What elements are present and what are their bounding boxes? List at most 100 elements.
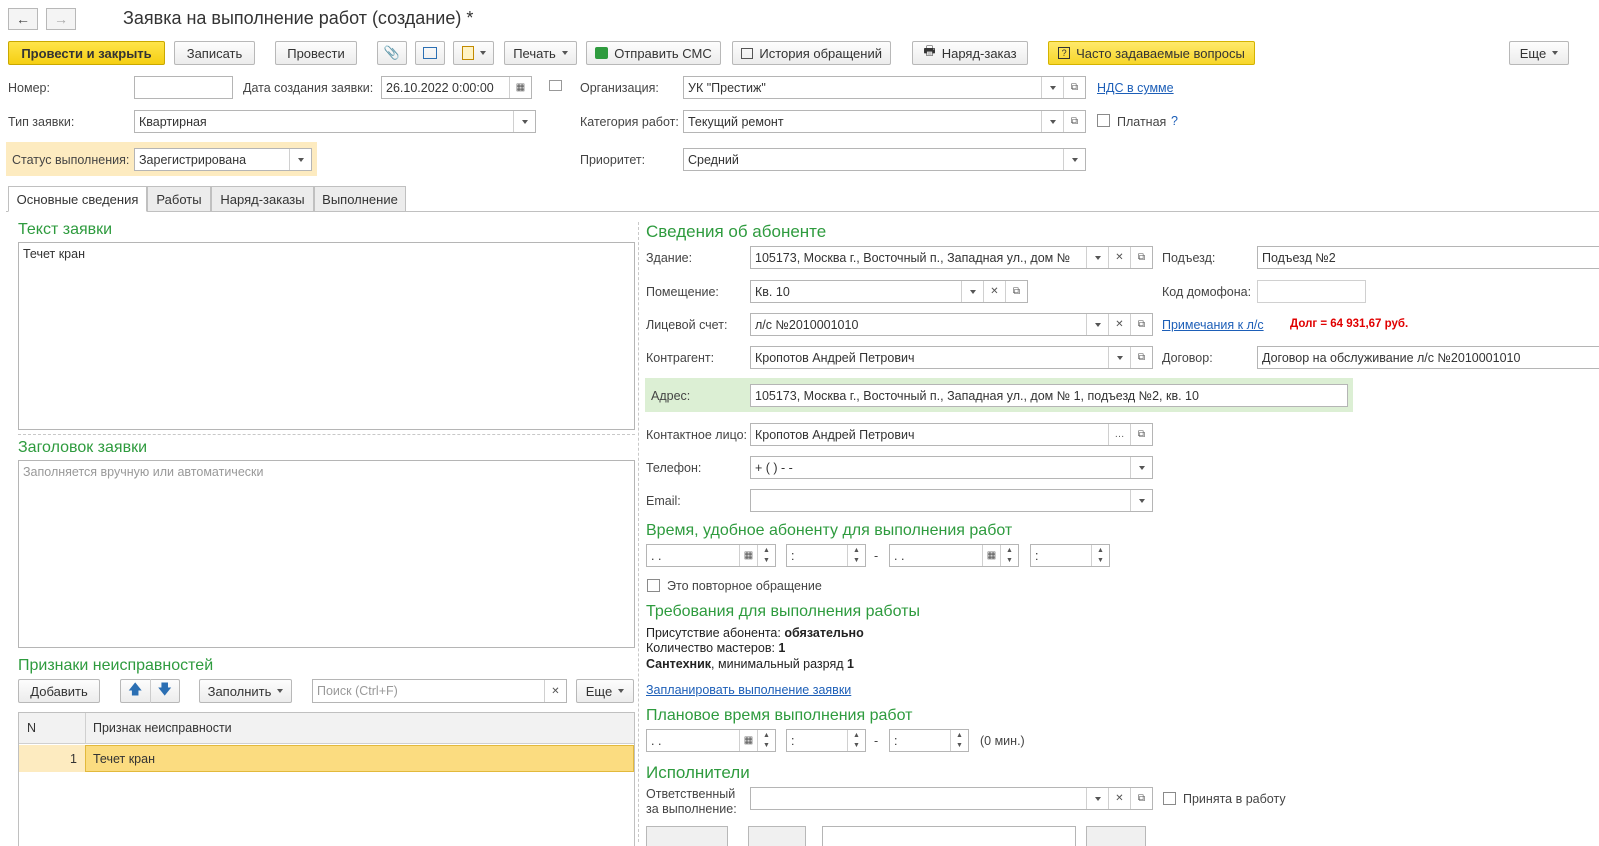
- chevron-down-icon[interactable]: [1041, 77, 1063, 98]
- account-field[interactable]: л/с №2010001010 ✕ ⧉: [750, 313, 1153, 336]
- calendar-icon[interactable]: ▦: [982, 545, 1000, 566]
- planned-time-to[interactable]: : ▲ ▼: [889, 729, 969, 752]
- spinner-icon[interactable]: ▲ ▼: [1000, 545, 1018, 566]
- spinner-icon[interactable]: ▲ ▼: [950, 730, 968, 751]
- chevron-down-icon[interactable]: [1086, 788, 1108, 809]
- open-icon[interactable]: ⧉: [1130, 424, 1152, 445]
- print-button[interactable]: Печать: [504, 41, 577, 65]
- clear-icon[interactable]: ✕: [1108, 247, 1130, 268]
- contract-field[interactable]: Договор на обслуживание л/с №2010001010: [1257, 346, 1599, 369]
- spinner-icon[interactable]: ▲ ▼: [757, 730, 775, 751]
- send-sms-button[interactable]: Отправить СМС: [586, 41, 721, 65]
- spinner-icon[interactable]: ▲ ▼: [1091, 545, 1109, 566]
- help-icon[interactable]: ?: [1171, 114, 1178, 128]
- paid-checkbox[interactable]: [1097, 114, 1110, 127]
- add-fault-button[interactable]: Добавить: [18, 679, 100, 703]
- clear-icon[interactable]: ✕: [1108, 314, 1130, 335]
- entrance-field[interactable]: Подъезд №2: [1257, 246, 1599, 269]
- request-text-area[interactable]: Течет кран: [18, 242, 635, 430]
- chevron-down-icon[interactable]: [1063, 149, 1085, 170]
- open-icon[interactable]: ⧉: [1130, 314, 1152, 335]
- faults-more-button[interactable]: Еще: [576, 679, 634, 703]
- spinner-icon[interactable]: ▲ ▼: [847, 730, 865, 751]
- request-header-area[interactable]: Заполняется вручную или автоматически: [18, 460, 635, 648]
- convenient-time-to[interactable]: : ▲ ▼: [1030, 544, 1110, 567]
- clear-icon[interactable]: ✕: [544, 680, 566, 702]
- intercom-field[interactable]: [1257, 280, 1366, 303]
- open-icon[interactable]: ⧉: [1005, 281, 1027, 302]
- tab-execution[interactable]: Выполнение: [314, 186, 406, 212]
- comment-icon[interactable]: [549, 80, 562, 91]
- faq-button[interactable]: ? Часто задаваемые вопросы: [1048, 41, 1255, 65]
- phone-field[interactable]: + ( ) - -: [750, 456, 1153, 479]
- create-based-on-button[interactable]: [453, 41, 494, 65]
- column-sign[interactable]: Признак неисправности: [93, 721, 232, 735]
- chevron-down-icon[interactable]: [1108, 347, 1130, 368]
- splitter-horizontal[interactable]: [18, 434, 635, 435]
- table-row[interactable]: 1 Течет кран: [19, 745, 634, 772]
- repeat-checkbox[interactable]: [647, 579, 660, 592]
- building-field[interactable]: 105173, Москва г., Восточный п., Западна…: [750, 246, 1153, 269]
- attach-button[interactable]: 📎: [377, 41, 407, 65]
- search-input[interactable]: Поиск (Ctrl+F) ✕: [312, 679, 567, 703]
- spinner-icon[interactable]: ▲ ▼: [847, 545, 865, 566]
- convenient-date-from[interactable]: . . ▦ ▲ ▼: [646, 544, 776, 567]
- planned-date-from[interactable]: . . ▦ ▲ ▼: [646, 729, 776, 752]
- open-icon[interactable]: ⧉: [1063, 111, 1085, 132]
- vat-link[interactable]: НДС в сумме: [1097, 81, 1174, 95]
- clear-icon[interactable]: ✕: [983, 281, 1005, 302]
- chevron-down-icon[interactable]: [1086, 314, 1108, 335]
- date-field[interactable]: 26.10.2022 0:00:00 ▦: [381, 76, 532, 99]
- contractor-field[interactable]: Кропотов Андрей Петрович ⧉: [750, 346, 1153, 369]
- org-field[interactable]: УК "Престиж" ⧉: [683, 76, 1086, 99]
- open-icon[interactable]: ⧉: [1130, 788, 1152, 809]
- address-field[interactable]: 105173, Москва г., Восточный п., Западна…: [750, 384, 1348, 407]
- status-field[interactable]: Зарегистрирована: [134, 148, 312, 171]
- fill-button[interactable]: Заполнить: [199, 679, 292, 703]
- arrow-down-icon[interactable]: 🡇: [151, 679, 180, 703]
- contact-field[interactable]: Кропотов Андрей Петрович … ⧉: [750, 423, 1153, 446]
- chevron-down-icon[interactable]: [1130, 457, 1152, 478]
- ellipsis-icon[interactable]: …: [1108, 424, 1130, 445]
- calendar-icon[interactable]: ▦: [509, 77, 531, 98]
- history-button[interactable]: История обращений: [732, 41, 891, 65]
- post-and-close-button[interactable]: Провести и закрыть: [8, 41, 165, 65]
- post-button[interactable]: Провести: [275, 41, 357, 65]
- column-n[interactable]: N: [27, 721, 36, 735]
- convenient-time-from[interactable]: : ▲ ▼: [786, 544, 866, 567]
- work-order-button[interactable]: 🖶 Наряд-заказ: [912, 41, 1028, 65]
- chevron-down-icon[interactable]: [289, 149, 311, 170]
- calendar-icon[interactable]: ▦: [739, 730, 757, 751]
- bottom-button-partial-2[interactable]: [748, 826, 806, 846]
- more-button[interactable]: Еще: [1509, 41, 1569, 65]
- planned-time-from[interactable]: : ▲ ▼: [786, 729, 866, 752]
- convenient-date-to[interactable]: . . ▦ ▲ ▼: [889, 544, 1019, 567]
- chevron-down-icon[interactable]: [1041, 111, 1063, 132]
- category-field[interactable]: Текущий ремонт ⧉: [683, 110, 1086, 133]
- accepted-checkbox[interactable]: [1163, 792, 1176, 805]
- bottom-field-partial[interactable]: [822, 826, 1076, 846]
- type-field[interactable]: Квартирная: [134, 110, 536, 133]
- bottom-button-partial-3[interactable]: [1086, 826, 1146, 846]
- tab-work-orders[interactable]: Наряд-заказы: [211, 186, 314, 212]
- clear-icon[interactable]: ✕: [1108, 788, 1130, 809]
- room-field[interactable]: Кв. 10 ✕ ⧉: [750, 280, 1028, 303]
- arrow-up-icon[interactable]: 🡅: [121, 679, 151, 703]
- tab-works[interactable]: Работы: [147, 186, 211, 212]
- save-button[interactable]: Записать: [174, 41, 255, 65]
- chevron-down-icon[interactable]: [1130, 490, 1152, 511]
- panel-splitter[interactable]: [638, 222, 639, 842]
- chevron-down-icon[interactable]: [961, 281, 983, 302]
- structure-button[interactable]: [415, 41, 445, 65]
- account-notes-link[interactable]: Примечания к л/с: [1162, 318, 1264, 332]
- tab-main[interactable]: Основные сведения: [8, 186, 147, 212]
- spinner-icon[interactable]: ▲ ▼: [757, 545, 775, 566]
- open-icon[interactable]: ⧉: [1130, 347, 1152, 368]
- email-field[interactable]: [750, 489, 1153, 512]
- forward-button[interactable]: →: [46, 8, 76, 30]
- number-field[interactable]: [134, 76, 233, 99]
- plan-link[interactable]: Запланировать выполнение заявки: [646, 683, 851, 697]
- chevron-down-icon[interactable]: [513, 111, 535, 132]
- bottom-button-partial[interactable]: [646, 826, 728, 846]
- open-icon[interactable]: ⧉: [1063, 77, 1085, 98]
